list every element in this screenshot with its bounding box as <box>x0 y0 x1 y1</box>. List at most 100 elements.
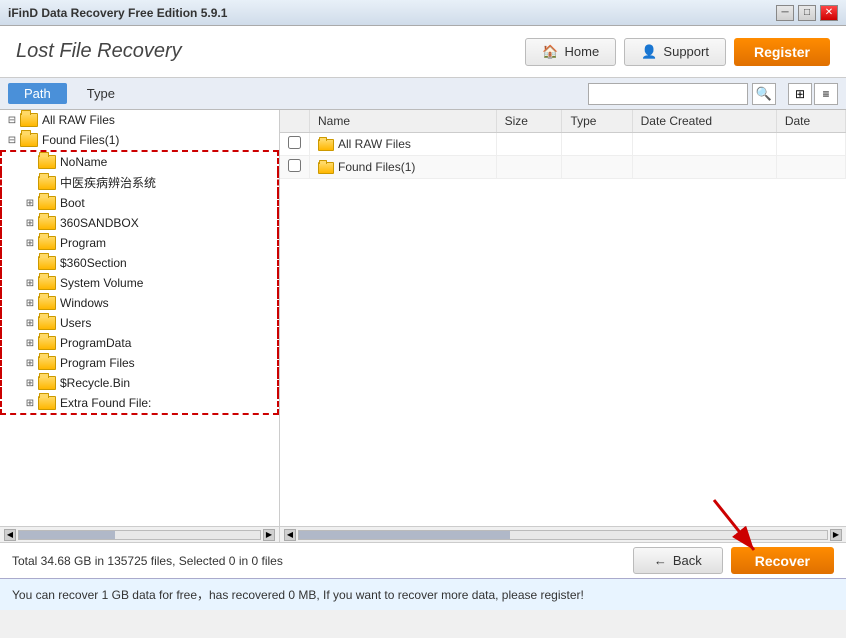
row-checkbox[interactable] <box>288 159 301 172</box>
tree-item[interactable]: ⊞Users <box>0 313 279 333</box>
tree-item-label: System Volume <box>60 276 143 290</box>
tree-item-label: Found Files(1) <box>42 133 119 147</box>
tree-expander[interactable]: ⊞ <box>22 295 38 311</box>
status-text: Total 34.68 GB in 135725 files, Selected… <box>12 554 283 568</box>
tree-item[interactable]: ⊞ProgramData <box>0 333 279 353</box>
maximize-button[interactable]: □ <box>798 5 816 21</box>
folder-icon <box>38 356 56 370</box>
app-title: Lost File Recovery <box>16 40 182 63</box>
tree-expander[interactable]: ⊞ <box>22 315 38 331</box>
tree-item[interactable]: ⊞ $Recycle.Bin <box>0 373 279 393</box>
tree-expander[interactable]: ⊞ <box>22 355 38 371</box>
tree-item[interactable]: $360Section <box>0 253 279 273</box>
scroll-right-arrow[interactable]: ▶ <box>263 529 275 541</box>
home-label: Home <box>565 44 600 59</box>
tree-item[interactable]: ⊞ System Volume <box>0 273 279 293</box>
tree-item[interactable]: ⊞Program Files <box>0 353 279 373</box>
tree-item[interactable]: ⊞ Boot <box>0 193 279 213</box>
row-size <box>496 133 562 156</box>
folder-icon <box>38 236 56 250</box>
left-scrollbar: ◀ ▶ <box>0 527 280 542</box>
tree-item[interactable]: ⊞360SANDBOX <box>0 213 279 233</box>
tab-type[interactable]: Type <box>71 83 131 104</box>
tree-expander[interactable]: ⊟ <box>4 112 20 128</box>
search-input[interactable] <box>588 83 748 105</box>
back-button[interactable]: ← Back <box>633 547 723 574</box>
tree-item[interactable]: ⊞ Extra Found File: <box>0 393 279 415</box>
row-folder-icon <box>318 139 334 151</box>
folder-icon <box>38 155 56 169</box>
tree-item-label: $Recycle.Bin <box>60 376 130 390</box>
row-size <box>496 156 562 179</box>
tree-expander[interactable]: ⊞ <box>22 375 38 391</box>
row-date <box>776 156 845 179</box>
recover-button[interactable]: Recover <box>731 547 834 574</box>
tree-item-label: Program <box>60 236 106 250</box>
right-scroll-right-arrow[interactable]: ▶ <box>830 529 842 541</box>
tree-expander[interactable]: ⊞ <box>22 275 38 291</box>
grid-view-button[interactable]: ⊞ <box>788 83 812 105</box>
col-date: Date <box>776 110 845 133</box>
folder-icon <box>38 336 56 350</box>
tree-expander[interactable]: ⊞ <box>22 195 38 211</box>
folder-icon <box>38 276 56 290</box>
tree-item-label: NoName <box>60 155 107 169</box>
support-button[interactable]: 👤 Support <box>624 38 726 66</box>
tree-item[interactable]: ⊞ Windows <box>0 293 279 313</box>
row-type <box>562 133 632 156</box>
tree-item-label: Windows <box>60 296 109 310</box>
window-controls: ─ □ ✕ <box>776 5 838 21</box>
row-folder-icon <box>318 162 334 174</box>
tree-expander[interactable]: ⊞ <box>22 215 38 231</box>
tree-item[interactable]: ⊟ All RAW Files <box>0 110 279 130</box>
right-scroll-track[interactable] <box>298 530 828 540</box>
folder-icon <box>20 133 38 147</box>
table-row[interactable]: All RAW Files <box>280 133 846 156</box>
folder-icon <box>20 113 38 127</box>
col-type: Type <box>562 110 632 133</box>
row-checkbox[interactable] <box>288 136 301 149</box>
list-view-button[interactable]: ≡ <box>814 83 838 105</box>
tree-item-label: Boot <box>60 196 85 210</box>
folder-icon <box>38 316 56 330</box>
tree-expander[interactable]: ⊟ <box>4 132 20 148</box>
right-scroll-left-arrow[interactable]: ◀ <box>284 529 296 541</box>
close-button[interactable]: ✕ <box>820 5 838 21</box>
scroll-left-arrow[interactable]: ◀ <box>4 529 16 541</box>
tab-path[interactable]: Path <box>8 83 67 104</box>
tree-item-label: $360Section <box>60 256 127 270</box>
header-bar: Lost File Recovery 🏠 Home 👤 Support Regi… <box>0 26 846 78</box>
search-icon: 🔍 <box>756 86 772 102</box>
search-button[interactable]: 🔍 <box>752 83 776 105</box>
tree-item[interactable]: NoName <box>0 150 279 172</box>
tree-item-label: 中医疾病辨治系统 <box>60 174 156 191</box>
tree-expander[interactable]: ⊞ <box>22 235 38 251</box>
row-name: All RAW Files <box>310 133 497 156</box>
register-button[interactable]: Register <box>734 38 830 66</box>
row-dateCreated <box>632 156 776 179</box>
tree-expander[interactable] <box>22 255 38 271</box>
table-row[interactable]: Found Files(1) <box>280 156 846 179</box>
tree-item-label: Extra Found File: <box>60 396 151 410</box>
home-button[interactable]: 🏠 Home <box>525 38 616 66</box>
tree-item-label: All RAW Files <box>42 113 115 127</box>
left-scroll-track[interactable] <box>18 530 261 540</box>
right-scrollbar: ◀ ▶ <box>280 527 846 542</box>
tree-item[interactable]: ⊟ Found Files(1) <box>0 130 279 150</box>
col-size: Size <box>496 110 562 133</box>
tree-expander[interactable]: ⊞ <box>22 335 38 351</box>
tree-expander[interactable]: ⊞ <box>22 395 38 411</box>
tree-item[interactable]: 中医疾病辨治系统 <box>0 172 279 193</box>
tree-item[interactable]: ⊞ Program <box>0 233 279 253</box>
toolbar: Path Type 🔍 ⊞ ≡ <box>0 78 846 110</box>
status-buttons: ← Back Recover <box>633 547 834 574</box>
tree-expander[interactable] <box>22 154 38 170</box>
search-area: 🔍 ⊞ ≡ <box>588 83 838 105</box>
tree-expander[interactable] <box>22 175 38 191</box>
row-date <box>776 133 845 156</box>
status-bar: Total 34.68 GB in 135725 files, Selected… <box>0 542 846 578</box>
minimize-button[interactable]: ─ <box>776 5 794 21</box>
bottom-text: You can recover 1 GB data for free，has r… <box>12 586 584 603</box>
file-table: Name Size Type Date Created Date All RAW… <box>280 110 846 179</box>
main-content: ⊟ All RAW Files ⊟ Found Files(1) NoName 中医疾病辨… <box>0 110 846 526</box>
